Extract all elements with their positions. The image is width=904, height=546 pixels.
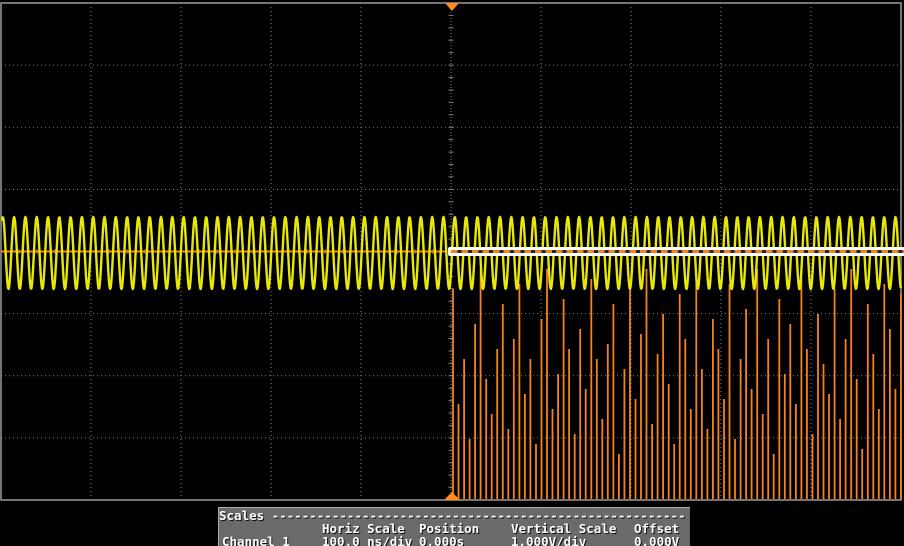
channel-label: Channel 1 — [222, 534, 290, 546]
oscilloscope-screen: Scales ---------------------------------… — [0, 0, 904, 546]
position-value: 0.000s — [419, 534, 465, 546]
channel1-row: Channel 1 100.0 ns/div 0.000s 1.000V/div… — [219, 534, 690, 546]
reference-bar[interactable] — [448, 247, 904, 256]
delay-marker-icon[interactable] — [444, 492, 460, 500]
trigger-position-marker-icon[interactable] — [445, 3, 459, 11]
horiz-scale-value: 100.0 ns/div — [322, 534, 413, 546]
scales-panel: Scales ---------------------------------… — [218, 507, 690, 546]
channel2-spike-trace — [452, 269, 902, 499]
scope-display — [0, 2, 902, 501]
vertical-scale-value: 1.000V/div — [511, 534, 587, 546]
offset-value: 0.000V — [634, 534, 680, 546]
reference-bar-dashes — [451, 250, 904, 253]
